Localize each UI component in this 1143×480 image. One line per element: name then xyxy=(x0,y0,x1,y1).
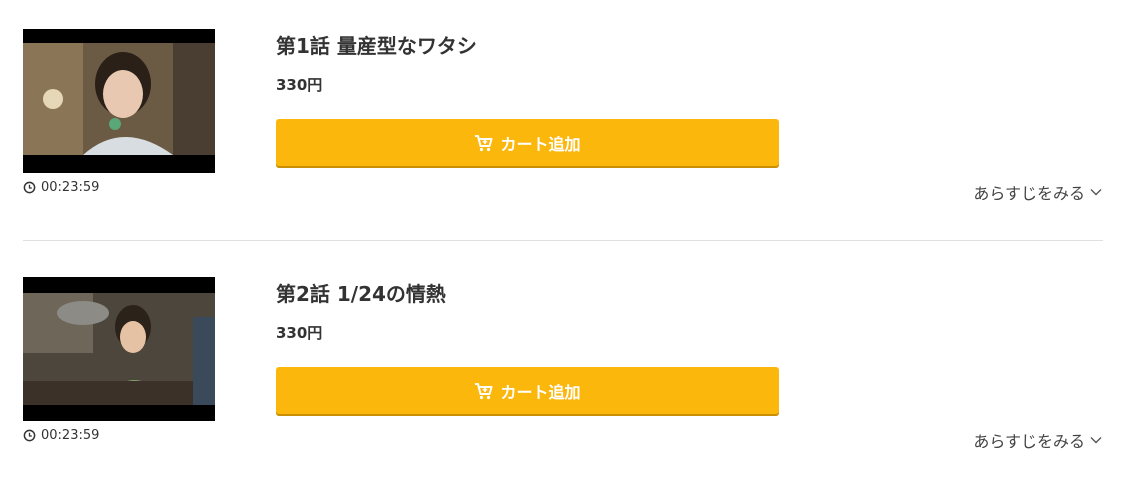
chevron-down-icon xyxy=(1090,437,1102,444)
cart-button-label: カート追加 xyxy=(500,382,581,402)
duration-text: 00:23:59 xyxy=(41,180,100,195)
synopsis-label: あらすじをみる xyxy=(973,432,1085,451)
chevron-down-icon xyxy=(1090,189,1102,196)
episode-price: 330円 xyxy=(276,324,323,342)
episode-item-1: 00:23:59 第1話 量産型なワタシ 330円 カート追加 あらすじをみる xyxy=(0,0,1143,220)
synopsis-label: あらすじをみる xyxy=(973,184,1085,203)
thumbnail-image xyxy=(23,29,215,173)
thumbnail-image xyxy=(23,277,215,421)
episode-divider xyxy=(23,240,1103,241)
cart-icon xyxy=(475,134,493,151)
clock-icon xyxy=(23,429,36,442)
cart-icon xyxy=(475,382,493,399)
add-to-cart-button[interactable]: カート追加 xyxy=(276,119,779,166)
episode-thumbnail[interactable] xyxy=(23,277,215,421)
episode-duration: 00:23:59 xyxy=(23,428,99,443)
episode-title: 第1話 量産型なワタシ xyxy=(276,34,477,58)
synopsis-toggle[interactable]: あらすじをみる xyxy=(973,180,1103,204)
episode-price: 330円 xyxy=(276,76,323,94)
synopsis-toggle[interactable]: あらすじをみる xyxy=(973,428,1103,452)
cart-button-label: カート追加 xyxy=(500,134,581,154)
episode-title: 第2話 1/24の情熱 xyxy=(276,282,446,306)
episode-item-2: 00:23:59 第2話 1/24の情熱 330円 カート追加 あらすじをみる xyxy=(0,248,1143,468)
clock-icon xyxy=(23,181,36,194)
episode-thumbnail[interactable] xyxy=(23,29,215,173)
add-to-cart-button[interactable]: カート追加 xyxy=(276,367,779,414)
duration-text: 00:23:59 xyxy=(41,428,100,443)
episode-duration: 00:23:59 xyxy=(23,180,99,195)
